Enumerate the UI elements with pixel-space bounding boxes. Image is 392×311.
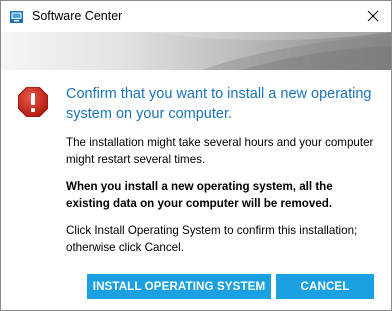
data-loss-warning: When you install a new operating system,… (66, 180, 333, 210)
install-operating-system-button[interactable]: INSTALL OPERATING SYSTEM (87, 274, 271, 299)
header-banner (1, 32, 391, 70)
dialog-heading: Confirm that you want to install a new o… (66, 86, 372, 122)
window-title: Software Center (32, 9, 123, 23)
cancel-button[interactable]: CANCEL (276, 274, 374, 299)
dialog-content: Confirm that you want to install a new o… (1, 70, 391, 310)
software-center-icon (10, 10, 23, 23)
software-center-dialog: Software Center Confirm that you want to… (0, 0, 392, 311)
banner-decoration (151, 32, 391, 70)
title-bar[interactable]: Software Center (1, 1, 391, 32)
close-icon (367, 10, 379, 22)
error-alert-icon (17, 86, 49, 118)
close-button[interactable] (359, 4, 387, 28)
install-duration-message: The installation might take several hour… (66, 136, 374, 166)
confirm-instructions: Click Install Operating System to confir… (66, 224, 358, 254)
